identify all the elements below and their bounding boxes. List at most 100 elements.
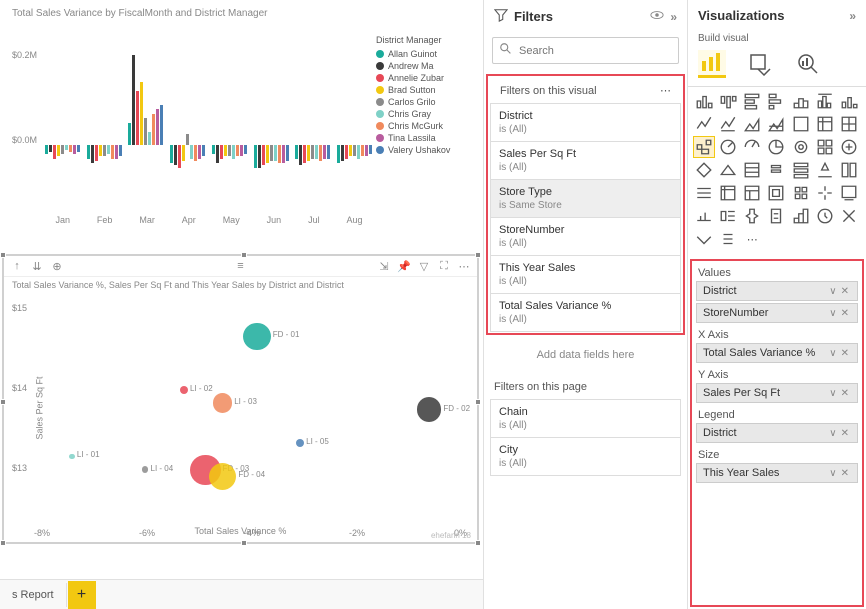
- scatter-point[interactable]: [213, 393, 232, 412]
- eye-icon[interactable]: [650, 8, 664, 25]
- viz-type-icon[interactable]: [839, 183, 859, 203]
- viz-type-icon[interactable]: [718, 137, 738, 157]
- legend-item[interactable]: Carlos Grilo: [376, 97, 471, 107]
- legend-item[interactable]: Allan Guinot: [376, 49, 471, 59]
- viz-type-icon[interactable]: [766, 114, 786, 134]
- viz-type-icon[interactable]: [694, 183, 714, 203]
- chevron-down-icon[interactable]: ∨: [827, 286, 838, 297]
- remove-field-icon[interactable]: ✕: [839, 308, 851, 319]
- viz-type-icon[interactable]: [839, 206, 859, 226]
- focus-icon[interactable]: ⛶: [437, 259, 451, 273]
- viz-type-icon[interactable]: [742, 183, 762, 203]
- viz-type-icon[interactable]: [791, 114, 811, 134]
- filter-icon[interactable]: ▽: [417, 259, 431, 273]
- chevron-down-icon[interactable]: ∨: [827, 308, 838, 319]
- viz-type-icon[interactable]: [694, 137, 714, 157]
- filter-drop-zone[interactable]: Add data fields here: [484, 335, 687, 375]
- drill-up-icon[interactable]: ↑: [10, 259, 24, 273]
- viz-type-icon[interactable]: [718, 91, 738, 111]
- format-visual-tab[interactable]: [746, 50, 774, 78]
- viz-type-icon[interactable]: [718, 229, 738, 249]
- field-pill[interactable]: Total Sales Variance %∨✕: [696, 343, 858, 363]
- legend-item[interactable]: Tina Lassila: [376, 133, 471, 143]
- legend-item[interactable]: Brad Sutton: [376, 85, 471, 95]
- scatter-point[interactable]: [243, 323, 271, 351]
- viz-type-icon[interactable]: [718, 183, 738, 203]
- viz-type-icon[interactable]: [694, 114, 714, 134]
- viz-type-icon[interactable]: [839, 114, 859, 134]
- viz-type-icon[interactable]: [839, 160, 859, 180]
- viz-type-icon[interactable]: [694, 229, 714, 249]
- legend-item[interactable]: Andrew Ma: [376, 61, 471, 71]
- viz-type-icon[interactable]: [718, 114, 738, 134]
- chevron-down-icon[interactable]: ∨: [827, 388, 838, 399]
- field-pill[interactable]: This Year Sales∨✕: [696, 463, 858, 483]
- scatter-point[interactable]: [142, 466, 149, 473]
- scatter-point[interactable]: [296, 439, 304, 447]
- viz-type-icon[interactable]: [815, 137, 835, 157]
- chevron-down-icon[interactable]: ∨: [827, 348, 838, 359]
- viz-type-icon[interactable]: [766, 91, 786, 111]
- scatter-point[interactable]: [209, 463, 237, 491]
- viz-type-icon[interactable]: [815, 183, 835, 203]
- viz-type-icon[interactable]: [766, 183, 786, 203]
- chevron-down-icon[interactable]: ∨: [827, 468, 838, 479]
- field-pill[interactable]: District∨✕: [696, 423, 858, 443]
- remove-field-icon[interactable]: ✕: [839, 388, 851, 399]
- filter-card[interactable]: Districtis (All): [490, 103, 681, 142]
- remove-field-icon[interactable]: ✕: [839, 348, 851, 359]
- more-visuals-icon[interactable]: ⋯: [742, 229, 762, 249]
- analytics-tab[interactable]: [794, 50, 822, 78]
- viz-type-icon[interactable]: [718, 206, 738, 226]
- legend-item[interactable]: Chris McGurk: [376, 121, 471, 131]
- more-icon[interactable]: ⋯: [660, 84, 671, 97]
- viz-type-icon[interactable]: [718, 160, 738, 180]
- viz-type-icon[interactable]: [742, 137, 762, 157]
- filter-card[interactable]: Chainis (All): [490, 399, 681, 438]
- viz-type-icon[interactable]: [815, 160, 835, 180]
- remove-field-icon[interactable]: ✕: [839, 468, 851, 479]
- viz-type-icon[interactable]: [791, 183, 811, 203]
- search-input[interactable]: [519, 45, 672, 57]
- filter-card[interactable]: Sales Per Sq Ftis (All): [490, 141, 681, 180]
- collapse-icon[interactable]: »: [849, 9, 856, 23]
- field-pill[interactable]: Sales Per Sq Ft∨✕: [696, 383, 858, 403]
- viz-type-icon[interactable]: [839, 137, 859, 157]
- grip-icon[interactable]: ≡: [234, 259, 248, 273]
- export-icon[interactable]: ⇲: [377, 259, 391, 273]
- viz-type-icon[interactable]: [742, 91, 762, 111]
- filter-card[interactable]: StoreNumberis (All): [490, 217, 681, 256]
- scatter-chart-visual[interactable]: ↑ ⇊ ⊕ ≡ ⇲ 📌 ▽ ⛶ ⋯ Total Sales Variance %…: [2, 254, 479, 544]
- add-page-button[interactable]: +: [68, 581, 96, 609]
- legend-item[interactable]: Chris Gray: [376, 109, 471, 119]
- viz-type-icon[interactable]: [839, 91, 859, 111]
- build-visual-tab[interactable]: [698, 50, 726, 78]
- more-icon[interactable]: ⋯: [457, 259, 471, 273]
- viz-type-icon[interactable]: [815, 206, 835, 226]
- viz-type-icon[interactable]: [742, 160, 762, 180]
- viz-type-icon[interactable]: [791, 206, 811, 226]
- pin-icon[interactable]: 📌: [397, 259, 411, 273]
- search-box[interactable]: [492, 37, 679, 64]
- legend-item[interactable]: Valery Ushakov: [376, 145, 471, 155]
- filter-card[interactable]: This Year Salesis (All): [490, 255, 681, 294]
- tab-report[interactable]: s Report: [0, 583, 67, 607]
- viz-type-icon[interactable]: [742, 206, 762, 226]
- viz-type-icon[interactable]: [766, 160, 786, 180]
- viz-type-icon[interactable]: [791, 160, 811, 180]
- viz-type-icon[interactable]: [791, 91, 811, 111]
- filter-card[interactable]: Store Typeis Same Store: [490, 179, 681, 218]
- remove-field-icon[interactable]: ✕: [839, 428, 851, 439]
- chevron-down-icon[interactable]: ∨: [827, 428, 838, 439]
- legend-item[interactable]: Annelie Zubar: [376, 73, 471, 83]
- viz-type-icon[interactable]: [815, 91, 835, 111]
- viz-type-icon[interactable]: [766, 206, 786, 226]
- expand-icon[interactable]: ⊕: [50, 259, 64, 273]
- viz-type-icon[interactable]: [694, 91, 714, 111]
- bar-chart-visual[interactable]: Total Sales Variance by FiscalMonth and …: [0, 0, 483, 252]
- field-pill[interactable]: StoreNumber∨✕: [696, 303, 858, 323]
- viz-type-icon[interactable]: [766, 137, 786, 157]
- viz-type-icon[interactable]: [815, 114, 835, 134]
- viz-type-icon[interactable]: [694, 160, 714, 180]
- filter-card[interactable]: Total Sales Variance %is (All): [490, 293, 681, 332]
